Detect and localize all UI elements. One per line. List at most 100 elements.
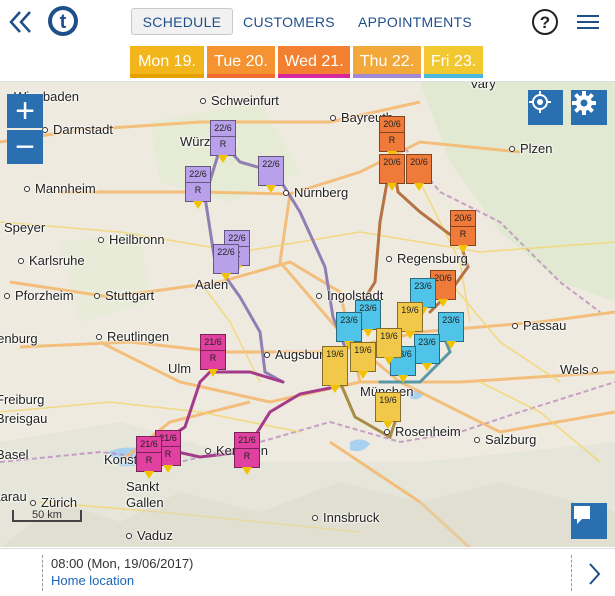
gear-icon[interactable] bbox=[571, 90, 607, 125]
map-marker-tue[interactable]: 20/6 bbox=[379, 154, 405, 191]
city-label: Offenburg bbox=[0, 331, 38, 346]
map-marker-tue[interactable]: 20/6 bbox=[406, 154, 432, 191]
marker-date: 22/6 bbox=[189, 169, 207, 179]
city-name: Nürnberg bbox=[294, 185, 349, 200]
app-logo: t bbox=[46, 4, 80, 38]
marker-return: R bbox=[211, 136, 235, 150]
map-marker-wed[interactable]: 21/6 R bbox=[234, 432, 260, 475]
city-name: Schweinfurt bbox=[211, 93, 279, 108]
day-underline bbox=[353, 74, 421, 78]
marker-date: 19/6 bbox=[354, 345, 372, 355]
marker-pin bbox=[422, 363, 432, 371]
city-name: Rosenheim bbox=[395, 424, 461, 439]
marker-return: R bbox=[137, 452, 161, 466]
marker-pin bbox=[266, 185, 276, 193]
city-label: Augsburg bbox=[264, 348, 331, 362]
marker-pin bbox=[384, 357, 394, 365]
city-dot bbox=[126, 533, 132, 539]
route-map[interactable]: Wiesbaden Schweinfurt Bayreuth Darmstadt… bbox=[0, 81, 615, 547]
hamburger-menu-icon[interactable] bbox=[576, 12, 600, 32]
map-marker-tue[interactable]: 20/6 R bbox=[379, 116, 405, 159]
zoom-out-button[interactable]: − bbox=[7, 128, 43, 166]
map-marker-thu[interactable]: 22/6 R bbox=[185, 166, 211, 209]
marker-pin bbox=[163, 465, 173, 473]
marker-pin bbox=[414, 183, 424, 191]
chevron-right-icon[interactable] bbox=[584, 561, 604, 587]
marker-pin bbox=[218, 155, 228, 163]
city-name: Vaduz bbox=[137, 528, 173, 543]
city-label: Aarau bbox=[0, 489, 27, 504]
day-label: Tue 20. bbox=[214, 53, 268, 70]
map-marker-mon[interactable]: 19/6 bbox=[322, 346, 348, 393]
map-marker-thu[interactable]: 22/6 R bbox=[210, 120, 236, 163]
map-marker-wed[interactable]: 21/6 R bbox=[200, 334, 226, 377]
marker-return: R bbox=[235, 448, 259, 462]
map-marker-mon[interactable]: 19/6 bbox=[376, 328, 402, 365]
city-dot bbox=[96, 334, 102, 340]
map-marker-mon[interactable]: 19/6 bbox=[350, 342, 376, 379]
tab-schedule[interactable]: SCHEDULE bbox=[131, 8, 233, 35]
marker-date: 23/6 bbox=[414, 281, 432, 291]
marker-pin bbox=[144, 471, 154, 479]
city-label: Mannheim bbox=[24, 182, 96, 196]
tab-appointments[interactable]: APPOINTMENTS bbox=[352, 8, 478, 35]
city-name: Mannheim bbox=[35, 181, 96, 196]
top-navigation: t SCHEDULE CUSTOMERS APPOINTMENTS ? bbox=[0, 0, 615, 44]
map-marker-fri[interactable]: 23/6 bbox=[336, 312, 362, 349]
marker-pin bbox=[242, 467, 252, 475]
city-label: Nürnberg bbox=[283, 186, 348, 200]
marker-return: R bbox=[451, 226, 475, 240]
city-label: Freiburg bbox=[0, 392, 45, 407]
map-marker-mon[interactable]: 19/6 bbox=[375, 392, 401, 429]
svg-text:?: ? bbox=[540, 13, 550, 32]
map-marker-fri[interactable]: 23/6 bbox=[438, 312, 464, 349]
map-marker-fri[interactable]: 23/6 bbox=[414, 334, 440, 371]
bottom-bar: 08:00 (Mon, 19/06/2017) Home location bbox=[0, 548, 615, 596]
city-name: Wels bbox=[560, 362, 589, 377]
marker-pin bbox=[221, 273, 231, 281]
city-name: Pforzheim bbox=[15, 288, 74, 303]
marker-date: 22/6 bbox=[217, 247, 235, 257]
day-tab-thu[interactable]: Thu 22. bbox=[353, 46, 421, 78]
map-marker-thu[interactable]: 22/6 bbox=[213, 244, 239, 281]
city-name: Darmstadt bbox=[53, 122, 113, 137]
map-marker-tue[interactable]: 20/6 R bbox=[450, 210, 476, 253]
city-dot bbox=[24, 186, 30, 192]
chat-icon[interactable] bbox=[571, 503, 607, 539]
zoom-in-button[interactable]: + bbox=[7, 92, 43, 130]
marker-pin bbox=[398, 375, 408, 383]
svg-text:t: t bbox=[60, 11, 67, 33]
day-underline bbox=[207, 74, 275, 78]
day-tab-tue[interactable]: Tue 20. bbox=[207, 46, 275, 78]
city-label: Salzburg bbox=[474, 433, 536, 447]
marker-date: 22/6 bbox=[262, 159, 280, 169]
marker-pin bbox=[358, 371, 368, 379]
tab-customers[interactable]: CUSTOMERS bbox=[240, 8, 338, 35]
map-marker-thu[interactable]: 22/6 bbox=[258, 156, 284, 193]
home-location-link[interactable]: Home location bbox=[51, 572, 571, 589]
marker-date: 21/6 bbox=[238, 435, 256, 445]
city-label: Rosenheim bbox=[384, 425, 461, 439]
city-label: Reutlingen bbox=[96, 330, 169, 344]
city-label: Speyer bbox=[4, 220, 46, 235]
city-name: Reutlingen bbox=[107, 329, 170, 344]
day-tab-fri[interactable]: Fri 23. bbox=[424, 46, 483, 78]
map-marker-wed[interactable]: 21/6 R bbox=[136, 436, 162, 479]
city-name: Salzburg bbox=[485, 432, 537, 447]
day-tab-mon[interactable]: Mon 19. bbox=[130, 46, 204, 78]
city-label: Plzen bbox=[509, 142, 553, 156]
back-icon[interactable] bbox=[6, 8, 36, 36]
day-tab-wed[interactable]: Wed 21. bbox=[278, 46, 350, 78]
day-underline bbox=[130, 74, 204, 78]
marker-date: 23/6 bbox=[442, 315, 460, 325]
city-dot bbox=[316, 293, 322, 299]
marker-pin bbox=[363, 329, 373, 337]
marker-date: 22/6 bbox=[214, 123, 232, 133]
locate-icon[interactable] bbox=[528, 90, 563, 125]
marker-pin bbox=[446, 341, 456, 349]
city-dot bbox=[512, 323, 518, 329]
city-dot bbox=[384, 429, 390, 435]
help-icon[interactable]: ? bbox=[531, 8, 559, 36]
day-label: Thu 22. bbox=[359, 53, 415, 70]
city-dot bbox=[592, 367, 599, 373]
